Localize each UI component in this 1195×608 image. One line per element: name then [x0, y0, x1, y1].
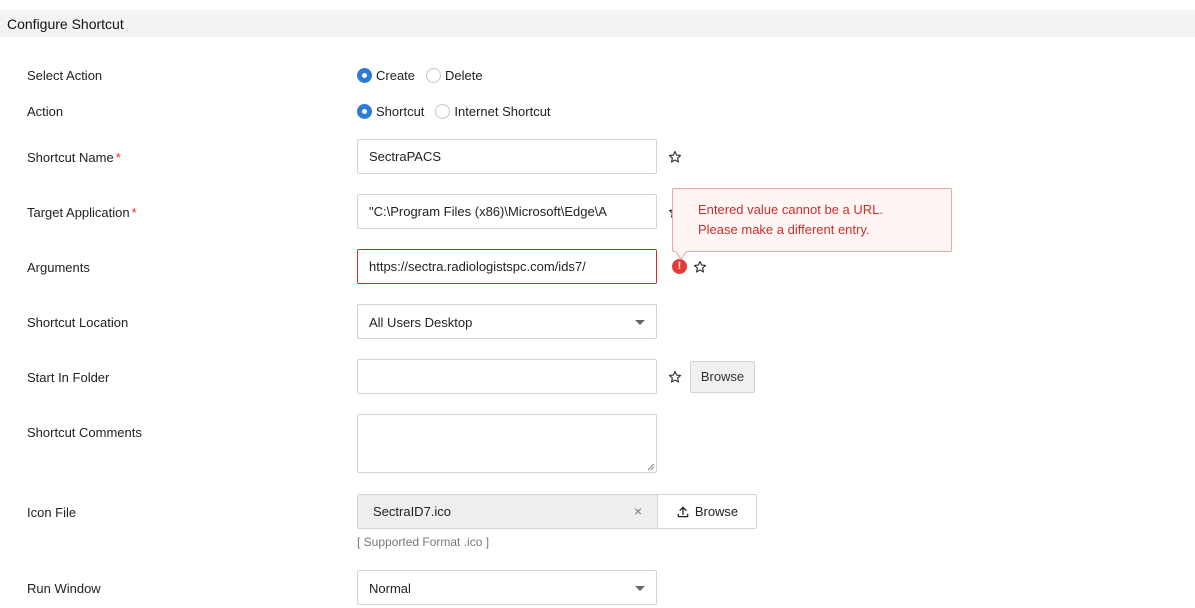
required-mark: * — [131, 205, 137, 220]
arguments-label: Arguments — [27, 260, 90, 275]
run-window-select[interactable]: Normal — [357, 570, 657, 605]
arguments-input[interactable]: https://sectra.radiologistspc.com/ids7/ — [357, 249, 657, 284]
radio-shortcut[interactable]: Shortcut — [357, 103, 429, 119]
icon-file-picker: SectraID7.ico × Browse — [357, 494, 757, 529]
target-application-label: Target Application * — [27, 205, 137, 220]
icon-file-format-hint: [ Supported Format .ico ] — [357, 535, 490, 549]
radio-delete[interactable]: Delete — [426, 67, 488, 83]
select-action-label: Select Action — [27, 68, 103, 83]
section-title: Configure Shortcut — [7, 16, 124, 32]
required-mark: * — [115, 150, 121, 165]
radio-delete-indicator[interactable] — [426, 67, 442, 83]
star-outline-icon[interactable] — [693, 260, 707, 274]
run-window-label: Run Window — [27, 581, 101, 596]
radio-create[interactable]: Create — [357, 67, 420, 83]
error-icon: ! — [672, 259, 687, 274]
shortcut-location-select[interactable]: All Users Desktop — [357, 304, 657, 339]
icon-file-browse-button[interactable]: Browse — [657, 495, 756, 528]
target-application-input[interactable]: "C:\Program Files (x86)\Microsoft\Edge\A — [357, 194, 657, 229]
tooltip-pointer-icon — [675, 251, 687, 260]
start-in-folder-input[interactable] — [357, 359, 657, 394]
shortcut-comments-textarea[interactable] — [357, 414, 657, 473]
action-radio-group: Shortcut Internet Shortcut — [357, 103, 562, 119]
upload-icon — [677, 506, 689, 517]
error-tooltip: Entered value cannot be a URL. Please ma… — [672, 188, 952, 252]
shortcut-name-input[interactable]: SectraPACS — [357, 139, 657, 174]
resize-grip-icon[interactable] — [646, 462, 655, 471]
shortcut-name-label: Shortcut Name * — [27, 150, 121, 165]
start-in-folder-label: Start In Folder — [27, 370, 110, 385]
star-outline-icon[interactable] — [668, 150, 682, 164]
shortcut-name-label-text: Shortcut Name — [27, 150, 114, 165]
chevron-down-icon — [635, 320, 645, 325]
star-outline-icon[interactable] — [668, 370, 682, 384]
start-in-folder-browse-button[interactable]: Browse — [690, 361, 755, 393]
action-label: Action — [27, 104, 64, 119]
section-header: Configure Shortcut — [0, 10, 1195, 37]
radio-create-indicator[interactable] — [357, 67, 372, 83]
radio-shortcut-indicator[interactable] — [357, 103, 372, 119]
radio-delete-label: Delete — [445, 67, 483, 83]
radio-internet-shortcut-label: Internet Shortcut — [454, 103, 551, 119]
radio-create-label: Create — [376, 67, 416, 83]
select-action-radio-group: Create Delete — [357, 67, 494, 83]
radio-internet-shortcut-indicator[interactable] — [435, 103, 451, 119]
close-icon[interactable]: × — [634, 503, 642, 519]
radio-shortcut-label: Shortcut — [376, 103, 425, 119]
target-application-label-text: Target Application — [27, 205, 130, 220]
run-window-value: Normal — [369, 581, 411, 596]
shortcut-comments-label: Shortcut Comments — [27, 425, 142, 440]
icon-file-name-area: SectraID7.ico × — [358, 495, 657, 528]
icon-file-name: SectraID7.ico — [373, 504, 452, 519]
chevron-down-icon — [635, 586, 645, 591]
icon-file-label: Icon File — [27, 505, 77, 520]
radio-internet-shortcut[interactable]: Internet Shortcut — [435, 103, 555, 119]
shortcut-location-value: All Users Desktop — [369, 315, 473, 330]
icon-file-browse-label: Browse — [694, 504, 739, 519]
shortcut-location-label: Shortcut Location — [27, 315, 129, 330]
